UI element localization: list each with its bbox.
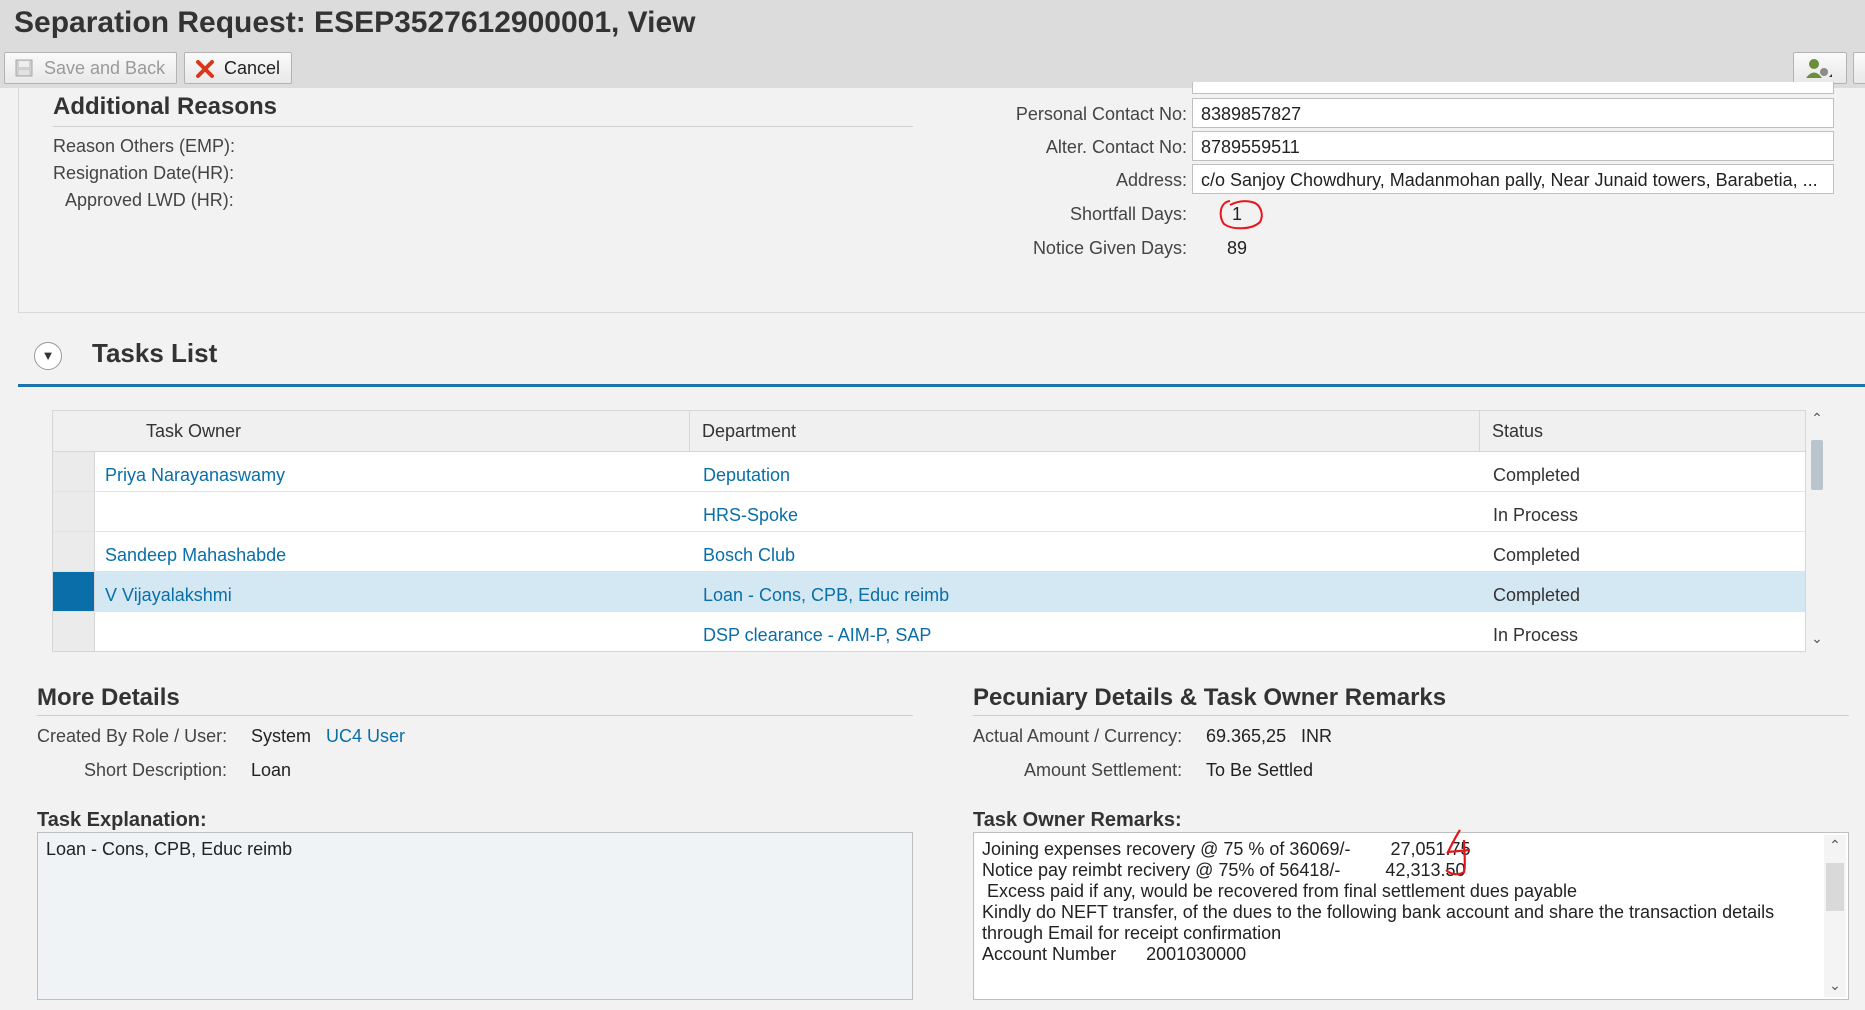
short-description-value: Loan	[251, 760, 292, 780]
currency-value: INR	[1301, 726, 1332, 746]
tasks-table: Task Owner Department Status Priya Naray…	[52, 410, 1806, 652]
department-link[interactable]: Deputation	[703, 452, 790, 491]
scroll-down-icon[interactable]: ⌄	[1808, 630, 1826, 647]
reason-others-label: Reason Others (EMP):	[53, 136, 236, 156]
remark-line: Account Number 2001030000	[982, 944, 1247, 964]
tasks-list-heading: Tasks List	[92, 338, 218, 368]
table-row[interactable]: DSP clearance - AIM-P, SAP In Process	[53, 612, 1805, 652]
created-by-role: System	[251, 726, 312, 746]
personal-contact-field[interactable]: 8389857827	[1192, 98, 1834, 128]
pecuniary-heading: Pecuniary Details & Task Owner Remarks	[973, 684, 1447, 711]
table-row[interactable]: Sandeep Mahashabde Bosch Club Completed	[53, 532, 1805, 572]
status-text: Completed	[1493, 585, 1581, 605]
row-selector-header	[53, 411, 95, 452]
column-header-department[interactable]: Department	[690, 411, 1480, 452]
scroll-down-icon[interactable]: ⌄	[1824, 975, 1846, 996]
save-icon	[15, 59, 33, 77]
row-selector[interactable]	[53, 452, 95, 491]
remarks-scrollbar[interactable]: ⌃ ⌄	[1824, 835, 1846, 997]
created-by-label: Created By Role / User:	[37, 726, 228, 746]
actual-amount-value: 69.365,25	[1206, 726, 1287, 746]
actual-amount-label: Actual Amount / Currency:	[973, 726, 1183, 746]
tasks-divider	[18, 384, 1865, 387]
remark-line: through Email for receipt confirmation	[982, 923, 1282, 943]
table-row-selected[interactable]: V Vijayalakshmi Loan - Cons, CPB, Educ r…	[53, 572, 1805, 612]
department-link[interactable]: Loan - Cons, CPB, Educ reimb	[703, 572, 949, 611]
row-selector[interactable]	[53, 492, 95, 531]
approved-lwd-label: Approved LWD (HR):	[65, 190, 234, 210]
divider	[37, 715, 913, 716]
email-field[interactable]	[1192, 82, 1834, 94]
alter-contact-field[interactable]: 8789559511	[1192, 131, 1834, 161]
amount-settlement-label: Amount Settlement:	[1024, 760, 1183, 780]
task-owner-remarks-textarea[interactable]: Joining expenses recovery @ 75 % of 3606…	[973, 832, 1849, 1000]
table-scrollbar[interactable]: ⌃ ⌄	[1808, 410, 1826, 652]
status-text: Completed	[1493, 545, 1581, 565]
toolbar-overflow-button[interactable]	[1853, 52, 1865, 84]
user-settings-icon	[1806, 59, 1832, 78]
divider	[973, 715, 1849, 716]
save-and-back-label: Save and Back	[44, 58, 166, 78]
scroll-thumb[interactable]	[1811, 440, 1823, 490]
remark-line: Excess paid if any, would be recovered f…	[982, 881, 1577, 901]
remark-line: Notice pay reimbt recivery @ 75% of 5641…	[982, 860, 1466, 880]
resignation-date-label: Resignation Date(HR):	[53, 163, 235, 183]
amount-settlement-value: To Be Settled	[1206, 760, 1314, 780]
remark-line: Joining expenses recovery @ 75 % of 3606…	[982, 839, 1471, 859]
employee-details-panel: Additional Reasons Reason Others (EMP): …	[18, 82, 1865, 313]
notice-given-days-value: 89	[1227, 238, 1248, 258]
user-settings-button[interactable]	[1793, 52, 1847, 84]
status-text: In Process	[1493, 505, 1579, 525]
status-text: Completed	[1493, 465, 1581, 485]
task-owner-link[interactable]: Sandeep Mahashabde	[105, 532, 286, 571]
title-bar: Separation Request: ESEP3527612900001, V…	[0, 0, 1865, 52]
status-text: In Process	[1493, 625, 1579, 645]
task-explanation-label: Task Explanation:	[37, 809, 207, 831]
task-owner-link[interactable]: V Vijayalakshmi	[105, 572, 232, 611]
address-label: Address:	[1115, 170, 1187, 190]
row-selector[interactable]	[53, 612, 95, 651]
row-selector[interactable]	[53, 572, 95, 611]
department-link[interactable]: Bosch Club	[703, 532, 795, 571]
row-selector[interactable]	[53, 532, 95, 571]
column-header-task-owner[interactable]: Task Owner	[94, 411, 690, 452]
created-by-user-link[interactable]: UC4 User	[326, 726, 405, 747]
table-row[interactable]: HRS-Spoke In Process	[53, 492, 1805, 532]
more-details-heading: More Details	[37, 684, 180, 711]
additional-reasons-heading: Additional Reasons	[53, 93, 278, 120]
scroll-up-icon[interactable]: ⌃	[1824, 835, 1846, 856]
address-field[interactable]: c/o Sanjoy Chowdhury, Madanmohan pally, …	[1192, 164, 1834, 194]
notice-given-days-label: Notice Given Days:	[1032, 238, 1187, 258]
remark-line: Kindly do NEFT transfer, of the dues to …	[982, 902, 1775, 922]
column-header-status[interactable]: Status	[1480, 411, 1805, 452]
department-link[interactable]: HRS-Spoke	[703, 492, 798, 531]
alter-contact-label: Alter. Contact No:	[1045, 137, 1187, 157]
short-description-label: Short Description:	[84, 760, 228, 780]
task-owner-link[interactable]: Priya Narayanaswamy	[105, 452, 285, 491]
annotation-scribble	[1445, 829, 1471, 876]
cancel-label: Cancel	[224, 58, 281, 78]
scroll-up-icon[interactable]: ⌃	[1808, 410, 1826, 427]
save-and-back-button[interactable]: Save and Back	[4, 52, 177, 84]
table-row[interactable]: Priya Narayanaswamy Deputation Completed	[53, 452, 1805, 492]
page-title: Separation Request: ESEP3527612900001, V…	[14, 6, 696, 39]
cancel-x-icon	[196, 60, 214, 78]
collapse-arrow-icon[interactable]: ▼	[34, 342, 62, 370]
cancel-button[interactable]: Cancel	[184, 52, 292, 84]
divider	[53, 126, 913, 127]
task-explanation-textarea[interactable]: Loan - Cons, CPB, Educ reimb	[37, 832, 913, 1000]
annotation-circle	[1219, 200, 1263, 230]
department-link[interactable]: DSP clearance - AIM-P, SAP	[703, 612, 931, 651]
personal-contact-label: Personal Contact No:	[1015, 104, 1187, 124]
scroll-thumb[interactable]	[1826, 863, 1844, 911]
shortfall-days-label: Shortfall Days:	[1069, 204, 1187, 224]
task-owner-remarks-label: Task Owner Remarks:	[973, 809, 1182, 831]
